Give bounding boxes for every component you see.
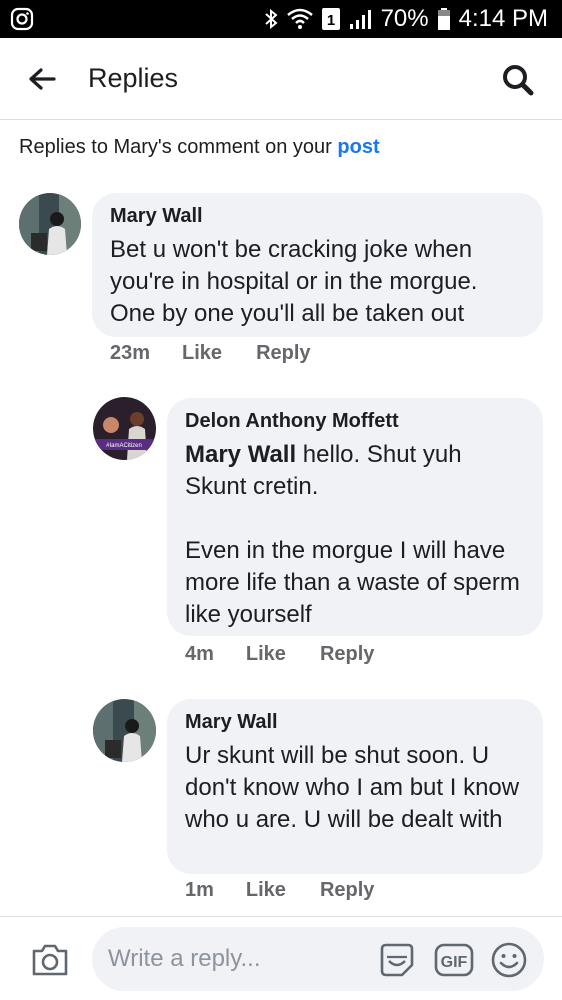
avatar[interactable]: #IamACitizen — [93, 397, 156, 460]
like-button[interactable]: Like — [246, 643, 286, 666]
like-button[interactable]: Like — [182, 342, 222, 365]
camera-icon[interactable] — [30, 941, 70, 979]
comment-time: 23m — [110, 342, 151, 364]
replies-context: Replies to Mary's comment on your post — [19, 136, 380, 159]
avatar-badge-text: #IamACitizen — [106, 443, 142, 449]
comment-bubble: Delon Anthony Moffett Mary Wall hello. S… — [167, 398, 543, 636]
comment-actions: 1m Like Reply — [185, 879, 408, 902]
comment-author[interactable]: Delon Anthony Moffett — [185, 410, 525, 433]
reply-button[interactable]: Reply — [320, 643, 374, 666]
context-text: Replies to Mary's comment on your — [19, 136, 338, 158]
emoji-icon[interactable] — [490, 941, 528, 979]
comment-author[interactable]: Mary Wall — [185, 711, 525, 734]
like-button[interactable]: Like — [246, 879, 286, 902]
comment-author[interactable]: Mary Wall — [110, 205, 525, 228]
reply-button[interactable]: Reply — [256, 342, 310, 365]
battery-percent: 70% — [380, 5, 429, 32]
instagram-icon — [10, 7, 34, 31]
bluetooth-icon — [263, 7, 279, 31]
comment-time: 4m — [185, 643, 214, 665]
avatar[interactable] — [19, 193, 81, 255]
svg-text:1: 1 — [326, 12, 334, 29]
sticker-icon[interactable] — [378, 941, 416, 979]
comment-time: 1m — [185, 879, 214, 901]
comment-text: Bet u won't be cracking joke when you're… — [110, 236, 478, 327]
reply-button[interactable]: Reply — [320, 879, 374, 902]
status-bar: 1 70% 4:14 PM — [0, 0, 562, 38]
avatar[interactable] — [93, 699, 156, 762]
comment-text: Mary Wall hello. Shut yuh Skunt cretin. … — [185, 439, 525, 631]
svg-text:GIF: GIF — [441, 954, 468, 971]
search-icon[interactable] — [498, 60, 538, 100]
reply-composer: GIF — [0, 916, 562, 1000]
sim-icon: 1 — [321, 7, 341, 31]
comment-bubble: Mary Wall Ur skunt will be shut soon. U … — [167, 699, 543, 874]
comment-actions: 4m Like Reply — [185, 643, 408, 666]
comment-actions: 23m Like Reply — [110, 342, 345, 365]
signal-icon — [349, 8, 373, 30]
mention-link[interactable]: Mary Wall — [185, 441, 296, 468]
comment-text: Ur skunt will be shut soon. U don't know… — [185, 742, 520, 833]
page-title: Replies — [88, 63, 179, 93]
clock: 4:14 PM — [458, 5, 548, 32]
battery-icon — [437, 7, 451, 31]
reply-input[interactable] — [92, 927, 544, 991]
app-bar: Replies — [0, 38, 562, 120]
wifi-icon — [286, 8, 313, 30]
back-arrow-icon[interactable] — [28, 64, 60, 94]
gif-icon[interactable]: GIF — [434, 942, 474, 978]
comment-bubble: Mary Wall Bet u won't be cracking joke w… — [92, 193, 543, 337]
post-link[interactable]: post — [337, 136, 379, 158]
comment-body: hello. Shut yuh Skunt cretin. Even in th… — [185, 441, 520, 628]
